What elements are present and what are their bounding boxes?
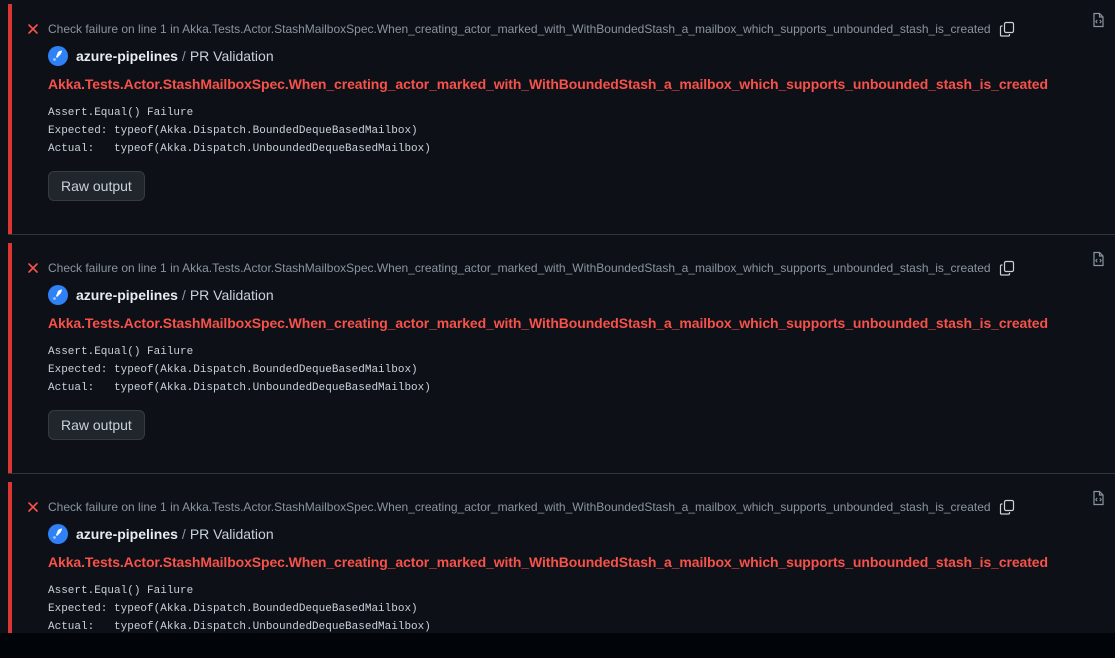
- raw-output-button[interactable]: Raw output: [48, 410, 145, 440]
- file-code-icon[interactable]: [1090, 251, 1106, 267]
- annotation-location: Check failure on line 1 in Akka.Tests.Ac…: [48, 22, 991, 36]
- annotation-location: Check failure on line 1 in Akka.Tests.Ac…: [48, 261, 991, 275]
- annotation-card: Check failure on line 1 in Akka.Tests.Ac…: [8, 243, 1115, 473]
- annotation-header: Check failure on line 1 in Akka.Tests.Ac…: [27, 498, 1015, 516]
- file-code-icon[interactable]: [1090, 12, 1106, 28]
- divider: [8, 234, 1115, 235]
- annotation-message: Assert.Equal() Failure Expected: typeof(…: [48, 585, 431, 633]
- x-icon: [28, 502, 38, 512]
- check-name-link[interactable]: PR Validation: [190, 287, 274, 303]
- annotation-source: azure-pipelines / PR Validation: [48, 45, 274, 67]
- check-name-link[interactable]: PR Validation: [190, 48, 274, 64]
- x-icon: [28, 263, 38, 273]
- bottom-bar: [0, 633, 1115, 658]
- check-annotations-view: Check failure on line 1 in Akka.Tests.Ac…: [0, 0, 1115, 658]
- app-name-link[interactable]: azure-pipelines: [76, 287, 178, 303]
- separator: /: [181, 526, 186, 542]
- rocket-icon: [53, 50, 62, 61]
- annotation-title: Akka.Tests.Actor.StashMailboxSpec.When_c…: [48, 76, 1048, 92]
- annotation-header: Check failure on line 1 in Akka.Tests.Ac…: [27, 20, 1015, 38]
- copy-icon[interactable]: [999, 260, 1015, 276]
- separator: /: [181, 48, 186, 64]
- annotation-header: Check failure on line 1 in Akka.Tests.Ac…: [27, 259, 1015, 277]
- annotation-source: azure-pipelines / PR Validation: [48, 523, 274, 545]
- annotation-message: Assert.Equal() Failure Expected: typeof(…: [48, 346, 431, 394]
- annotation-location: Check failure on line 1 in Akka.Tests.Ac…: [48, 500, 991, 514]
- copy-icon[interactable]: [999, 21, 1015, 37]
- annotation-title: Akka.Tests.Actor.StashMailboxSpec.When_c…: [48, 554, 1048, 570]
- annotation-source: azure-pipelines / PR Validation: [48, 284, 274, 306]
- x-icon: [28, 24, 38, 34]
- divider: [8, 473, 1115, 474]
- annotation-message: Assert.Equal() Failure Expected: typeof(…: [48, 107, 431, 155]
- app-name-link[interactable]: azure-pipelines: [76, 48, 178, 64]
- azure-pipelines-logo: [48, 524, 68, 544]
- copy-icon[interactable]: [999, 499, 1015, 515]
- file-code-icon[interactable]: [1090, 490, 1106, 506]
- annotation-title: Akka.Tests.Actor.StashMailboxSpec.When_c…: [48, 315, 1048, 331]
- annotation-card: Check failure on line 1 in Akka.Tests.Ac…: [8, 482, 1115, 633]
- rocket-icon: [53, 528, 62, 539]
- rocket-icon: [53, 289, 62, 300]
- azure-pipelines-logo: [48, 46, 68, 66]
- check-name-link[interactable]: PR Validation: [190, 526, 274, 542]
- separator: /: [181, 287, 186, 303]
- azure-pipelines-logo: [48, 285, 68, 305]
- raw-output-button[interactable]: Raw output: [48, 171, 145, 201]
- annotation-card: Check failure on line 1 in Akka.Tests.Ac…: [8, 4, 1115, 234]
- app-name-link[interactable]: azure-pipelines: [76, 526, 178, 542]
